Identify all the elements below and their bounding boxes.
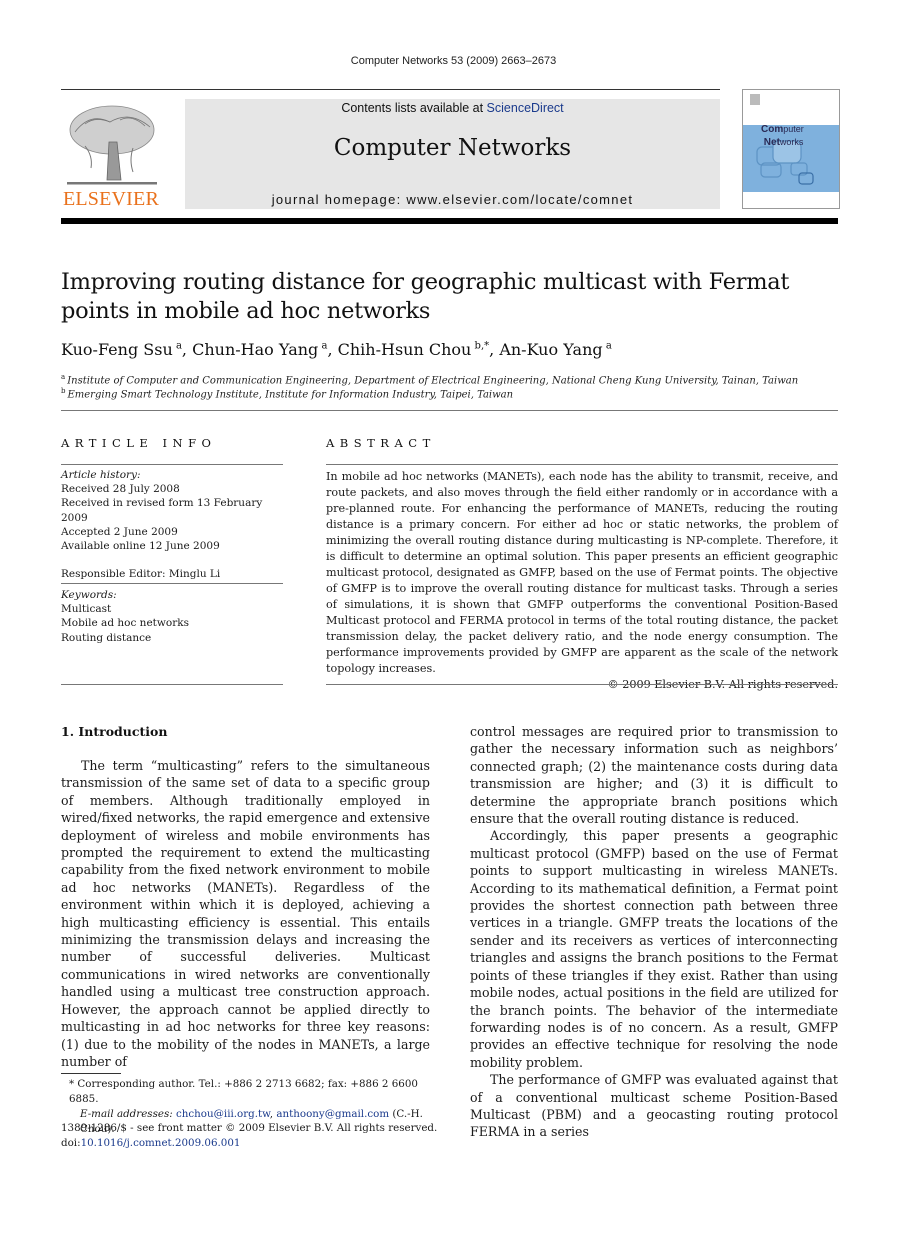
affiliation-marker: b [61, 387, 66, 395]
journal-banner: Contents lists available at ScienceDirec… [185, 99, 720, 209]
paragraph: The term “multicasting” refers to the si… [61, 758, 430, 1069]
author[interactable]: Kuo-Feng Ssu a [61, 340, 182, 359]
footnote-rule [61, 1073, 121, 1074]
author-name: Chun-Hao Yang [192, 340, 319, 359]
doi-prefix: doi: [61, 1137, 81, 1149]
abstract-body: In mobile ad hoc networks (MANETs), each… [326, 469, 838, 693]
abstract-copyright: © 2009 Elsevier B.V. All rights reserved… [607, 678, 838, 691]
history-accepted: Accepted 2 June 2009 [61, 525, 178, 538]
affiliation-text: Emerging Smart Technology Institute, Ins… [67, 389, 514, 401]
email-label: E-mail addresses: [80, 1108, 176, 1120]
contents-prefix: Contents lists available at [341, 101, 487, 115]
author-affil-sup[interactable]: a [606, 341, 612, 352]
abstract-heading: ABSTRACT [326, 436, 436, 450]
paragraph-continuation: control messages are required prior to t… [470, 724, 838, 827]
affiliation-text: Institute of Computer and Communication … [67, 375, 799, 387]
masthead-thick-rule [61, 218, 838, 224]
article-info-rule [61, 464, 283, 465]
cover-title-line1-rest: puter [783, 124, 804, 134]
email-link[interactable]: anthoony@gmail.com [276, 1108, 389, 1120]
journal-title: Computer Networks [333, 135, 572, 161]
responsible-editor: Responsible Editor: Minglu Li [61, 568, 221, 581]
title-block-rule [61, 410, 838, 411]
body-column-left: The term “multicasting” refers to the si… [61, 757, 430, 1070]
sciencedirect-link[interactable]: ScienceDirect [487, 101, 564, 115]
article-info-bottom-rule [61, 684, 283, 685]
article-history-label: Article history: [61, 469, 141, 481]
body-column-right: control messages are required prior to t… [470, 723, 838, 1141]
paragraph: Accordingly, this paper presents a geogr… [470, 828, 838, 1070]
history-revised: Received in revised form 13 February 200… [61, 497, 263, 524]
corresponding-author-contact: Corresponding author. Tel.: +886 2 2713 … [69, 1078, 418, 1105]
elsevier-wordmark: ELSEVIER [62, 188, 160, 210]
keyword[interactable]: Mobile ad hoc networks [61, 616, 283, 630]
author[interactable]: Chih-Hsun Chou b,* [338, 340, 490, 359]
journal-homepage-link[interactable]: journal homepage: www.elsevier.com/locat… [185, 192, 720, 207]
author-name: An-Kuo Yang [499, 340, 603, 359]
cover-publisher-icon [750, 94, 760, 105]
author-name: Kuo-Feng Ssu [61, 340, 173, 359]
elsevier-tree-icon [67, 105, 157, 185]
affiliation-b: b Emerging Smart Technology Institute, I… [61, 387, 861, 400]
author-separator: , [181, 340, 193, 359]
issn-line: 1389-1286/$ - see front matter © 2009 El… [61, 1122, 438, 1134]
author-affil-sup[interactable]: b,* [475, 341, 490, 352]
author-list: Kuo-Feng Ssu a, Chun-Hao Yang a, Chih-Hs… [61, 340, 851, 359]
running-head: Computer Networks 53 (2009) 2663–2673 [350, 55, 557, 67]
email-link[interactable]: chchou@iii.org.tw [176, 1108, 270, 1120]
keywords-block: Keywords: Multicast Mobile ad hoc networ… [61, 588, 283, 645]
elsevier-logo[interactable]: ELSEVIER [61, 98, 161, 210]
article-info-heading: ARTICLE INFO [61, 436, 217, 450]
history-online: Available online 12 June 2009 [61, 540, 220, 553]
author-separator: , [327, 340, 338, 359]
header-rule [61, 89, 720, 90]
abstract-text: In mobile ad hoc networks (MANETs), each… [326, 470, 838, 675]
contents-available-line: Contents lists available at ScienceDirec… [185, 101, 720, 115]
author-name: Chih-Hsun Chou [337, 340, 472, 359]
keywords-label: Keywords: [61, 589, 117, 601]
affiliation-a: a Institute of Computer and Communicatio… [61, 373, 861, 386]
author[interactable]: An-Kuo Yang a [499, 340, 611, 359]
author[interactable]: Chun-Hao Yang a [192, 340, 327, 359]
keyword[interactable]: Multicast [61, 602, 283, 616]
cover-title-line2-bold: Net [763, 137, 780, 148]
cover-title: Computer Networks [761, 123, 804, 149]
journal-cover-thumbnail[interactable]: Computer Networks [742, 89, 840, 209]
cover-title-line2-rest: works [779, 137, 804, 147]
abstract-rule [326, 464, 838, 465]
doi-link[interactable]: 10.1016/j.comnet.2009.06.001 [81, 1137, 241, 1149]
front-matter: 1389-1286/$ - see front matter © 2009 El… [61, 1121, 441, 1151]
keywords-rule [61, 583, 283, 584]
affiliation-marker: a [61, 373, 66, 381]
abstract-bottom-rule [326, 684, 838, 685]
keyword[interactable]: Routing distance [61, 631, 283, 645]
article-title: Improving routing distance for geographi… [61, 269, 790, 324]
section-heading-introduction: 1. Introduction [61, 724, 168, 739]
author-separator: , [489, 340, 500, 359]
history-received: Received 28 July 2008 [61, 483, 180, 496]
article-history: Article history: Received 28 July 2008 R… [61, 468, 283, 581]
cover-title-line1-bold: Com [761, 124, 784, 135]
paragraph: The performance of GMFP was evaluated ag… [470, 1072, 838, 1140]
